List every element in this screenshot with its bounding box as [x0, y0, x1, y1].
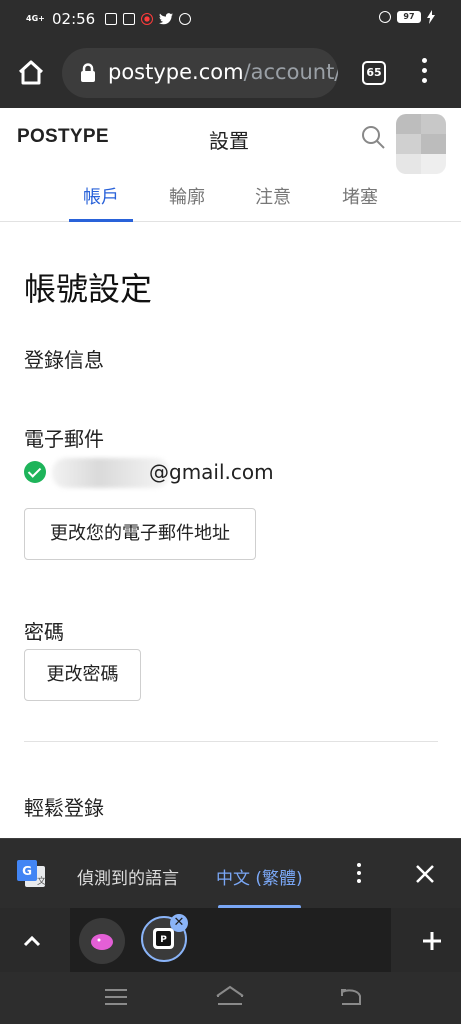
instagram-icon: [123, 13, 136, 25]
alarm-icon: [179, 13, 192, 25]
tab-favicon-1[interactable]: [79, 918, 125, 964]
tab-switcher-button[interactable]: 65: [362, 61, 386, 85]
easy-login-label: 輕鬆登錄: [24, 796, 104, 820]
settings-tabs: 帳戶 輪廓 注意 堵塞: [0, 180, 461, 222]
status-bar: 4G+ 02:56 97: [0, 0, 461, 38]
account-settings-heading: 帳號設定: [24, 270, 153, 308]
site-logo[interactable]: POSTYPE: [17, 126, 109, 148]
alarm-clock-icon: [379, 11, 391, 23]
translate-bar: G 文 偵測到的語言 中文 (繁體): [0, 838, 461, 909]
recording-icon: [141, 13, 154, 25]
svg-text:文: 文: [37, 875, 46, 887]
detected-language-tab[interactable]: 偵測到的語言: [77, 864, 179, 889]
browser-menu-icon[interactable]: [414, 58, 434, 88]
site-header: POSTYPE 設置: [0, 108, 461, 174]
email-row: @gmail.com: [24, 458, 424, 488]
new-tab-button[interactable]: [391, 908, 461, 972]
login-info-label: 登錄信息: [24, 348, 104, 372]
menu-icon[interactable]: [103, 986, 129, 1008]
tab-blocked[interactable]: 堵塞: [325, 183, 395, 209]
translate-menu-icon[interactable]: [354, 863, 364, 887]
expand-tabs-button[interactable]: [0, 908, 70, 972]
page-title: 設置: [209, 129, 249, 153]
url-host: postype.com: [108, 60, 244, 84]
tab-account[interactable]: 帳戶: [66, 183, 136, 209]
active-tab-indicator: [69, 219, 133, 222]
piggy-icon: [91, 934, 113, 950]
url-text: postype.com/account/s: [108, 60, 338, 84]
search-icon[interactable]: [360, 124, 386, 150]
change-email-button[interactable]: 更改您的電子郵件地址: [24, 508, 256, 560]
system-nav-bar: [0, 972, 461, 1024]
change-password-button[interactable]: 更改密碼: [24, 649, 141, 701]
section-divider: [24, 741, 438, 742]
google-translate-icon: G 文: [17, 860, 46, 887]
charging-icon: [427, 10, 435, 24]
tab-strip: P ✕: [0, 908, 461, 972]
url-bar[interactable]: postype.com/account/s: [62, 48, 338, 98]
avatar[interactable]: [396, 114, 446, 174]
battery-indicator: 97: [397, 11, 421, 23]
chevron-up-icon: [23, 935, 41, 947]
home-icon[interactable]: [14, 56, 48, 90]
email-label: 電子郵件: [24, 427, 104, 451]
network-indicator: 4G+: [26, 14, 45, 23]
status-time: 02:56: [52, 10, 96, 28]
home-nav-icon[interactable]: [214, 984, 246, 1008]
svg-text:G: G: [22, 864, 32, 878]
tab-notifications[interactable]: 注意: [238, 183, 308, 209]
mail-icon: [105, 13, 118, 25]
twitter-icon: [159, 13, 174, 25]
email-domain: @gmail.com: [149, 460, 274, 484]
target-language-tab[interactable]: 中文 (繁體): [216, 864, 303, 889]
close-icon[interactable]: [414, 863, 436, 885]
browser-toolbar: postype.com/account/s 65: [0, 38, 461, 108]
svg-text:P: P: [160, 935, 167, 945]
lock-icon: [81, 63, 95, 82]
tab-profile[interactable]: 輪廓: [152, 183, 222, 209]
plus-icon: [423, 932, 441, 950]
url-path: /account/s: [243, 60, 338, 84]
web-page: POSTYPE 設置 帳戶 輪廓 注意 堵塞 帳號設定 登錄信息 電子郵件 @g…: [0, 108, 461, 838]
password-label: 密碼: [24, 620, 64, 644]
back-icon[interactable]: [338, 986, 364, 1008]
verified-check-icon: [24, 461, 46, 483]
close-tab-icon[interactable]: ✕: [170, 914, 188, 932]
